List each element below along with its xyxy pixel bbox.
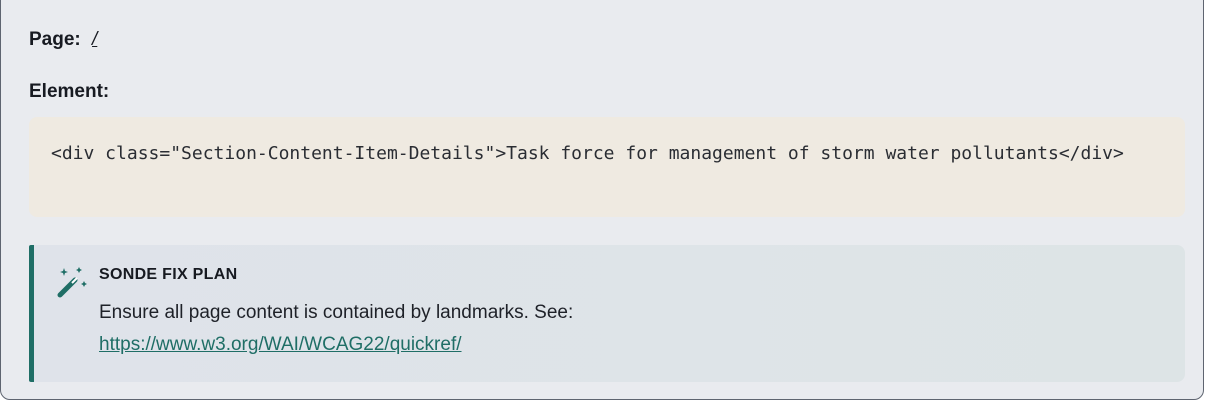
page-row: Page: / xyxy=(29,29,97,51)
fix-plan-panel: SONDE FIX PLAN Ensure all page content i… xyxy=(29,245,1185,382)
wcag-quickref-link[interactable]: https://www.w3.org/WAI/WCAG22/quickref/ xyxy=(99,334,462,355)
fix-plan-title: SONDE FIX PLAN xyxy=(99,266,238,283)
page-link[interactable]: / xyxy=(92,29,97,50)
magic-wand-icon xyxy=(56,265,90,299)
element-label: Element: xyxy=(29,81,110,102)
fix-plan-text: Ensure all page content is contained by … xyxy=(99,302,574,323)
fix-plan-body: Ensure all page content is contained by … xyxy=(99,297,573,361)
page-label: Page: xyxy=(29,29,81,50)
issue-card: Page: / Element: <div class="Section-Con… xyxy=(0,0,1204,400)
element-code-block: <div class="Section-Content-Item-Details… xyxy=(29,117,1185,217)
